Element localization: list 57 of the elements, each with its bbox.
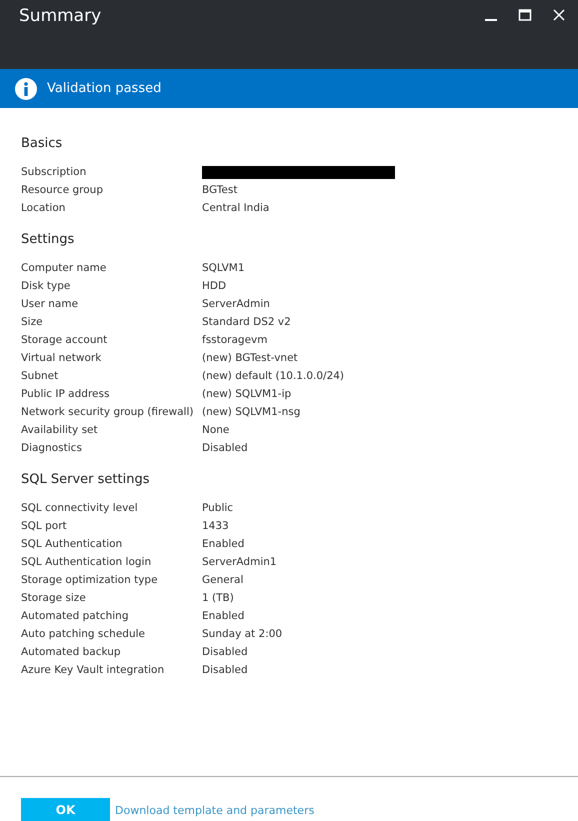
field-value: 1433 — [202, 520, 229, 532]
field-label: Location — [21, 202, 66, 214]
field-value: Standard DS2 v2 — [202, 316, 291, 328]
field-value: fsstoragevm — [202, 334, 268, 346]
field-value: HDD — [202, 280, 226, 292]
section-heading: Settings — [21, 231, 76, 249]
field-label: Storage optimization type — [21, 574, 159, 586]
field-label: Subnet — [21, 370, 60, 382]
field-label: Network security group (firewall) — [21, 406, 194, 418]
section-heading: Basics — [21, 135, 64, 153]
window-title: Summary — [19, 5, 102, 28]
field-label: Public IP address — [21, 388, 110, 400]
field-value: BGTest — [202, 184, 238, 196]
field-label: SQL Authentication login — [21, 556, 152, 568]
field-label: Size — [21, 316, 44, 328]
field-label: Azure Key Vault integration — [21, 664, 166, 676]
info-icon — [15, 78, 37, 100]
section-heading: SQL Server settings — [21, 471, 150, 489]
field-label: Virtual network — [21, 352, 102, 364]
field-label: SQL Authentication — [21, 538, 124, 550]
ok-button[interactable]: OK — [21, 798, 110, 821]
field-label: Automated backup — [21, 646, 122, 658]
field-value: SQLVM1 — [202, 262, 245, 274]
field-value: ServerAdmin1 — [202, 556, 277, 568]
field-label: Availability set — [21, 424, 99, 436]
field-value: Sunday at 2:00 — [202, 628, 282, 640]
download-link[interactable]: Download template and parameters — [115, 801, 314, 821]
maximize-icon[interactable] — [518, 8, 532, 22]
field-label: Resource group — [21, 184, 104, 196]
field-label: Computer name — [21, 262, 108, 274]
field-value: General — [202, 574, 244, 586]
field-label: Auto patching schedule — [21, 628, 146, 640]
field-label: Storage size — [21, 592, 87, 604]
field-value: (new) SQLVM1-ip — [202, 388, 292, 400]
field-value: Public — [202, 502, 234, 514]
close-icon[interactable] — [552, 8, 566, 22]
field-value: (new) BGTest-vnet — [202, 352, 298, 364]
field-label: Automated patching — [21, 610, 130, 622]
field-value: 1 (TB) — [202, 592, 234, 604]
banner-text: Validation passed — [47, 81, 162, 96]
field-value: (new) SQLVM1-nsg — [202, 406, 300, 418]
field-label: Storage account — [21, 334, 108, 346]
field-value: Disabled — [202, 646, 248, 658]
field-value: ServerAdmin — [202, 298, 270, 310]
field-value: None — [202, 424, 230, 436]
field-label: SQL port — [21, 520, 68, 532]
field-value: Disabled — [202, 442, 248, 454]
field-label: Subscription — [21, 166, 88, 178]
field-value: Enabled — [202, 538, 244, 550]
field-value: (new) default (10.1.0.0/24) — [202, 370, 344, 382]
field-label: Disk type — [21, 280, 72, 292]
field-value: Enabled — [202, 610, 244, 622]
field-label: Diagnostics — [21, 442, 83, 454]
field-value: Central India — [202, 202, 270, 214]
field-label: User name — [21, 298, 80, 310]
field-value: Disabled — [202, 664, 248, 676]
field-label: SQL connectivity level — [21, 502, 139, 514]
